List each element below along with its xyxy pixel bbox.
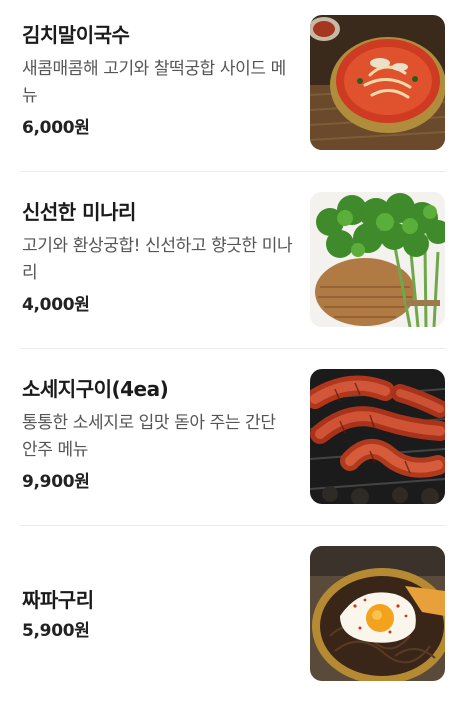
jjapaguri-photo bbox=[310, 546, 445, 681]
menu-item-sausage[interactable]: 소세지구이(4ea) 통통한 소세지로 입맛 돋아 주는 간단 안주 메뉴 9,… bbox=[0, 354, 466, 531]
menu-item-jjapaguri[interactable]: 짜파구리 5,900원 bbox=[0, 531, 466, 708]
menu-item-text: 신선한 미나리 고기와 환상궁합! 신선하고 향긋한 미나리 4,000원 bbox=[22, 199, 294, 317]
menu-item-price: 4,000원 bbox=[22, 295, 90, 315]
menu-item-kimchi-noodle[interactable]: 김치말이국수 새콤매콤해 고기와 찰떡궁합 사이드 메뉴 6,000원 bbox=[0, 0, 466, 177]
grilled-sausage-photo bbox=[310, 369, 445, 504]
menu-item-text: 짜파구리 5,900원 bbox=[22, 587, 294, 643]
menu-item-name: 김치말이국수 bbox=[22, 23, 130, 47]
menu-item-text: 소세지구이(4ea) 통통한 소세지로 입맛 돋아 주는 간단 안주 메뉴 9,… bbox=[22, 376, 294, 494]
menu-item-name: 소세지구이(4ea) bbox=[22, 377, 169, 401]
menu-item-price: 6,000원 bbox=[22, 118, 90, 138]
menu-item-minari[interactable]: 신선한 미나리 고기와 환상궁합! 신선하고 향긋한 미나리 4,000원 bbox=[0, 177, 466, 354]
menu-item-price: 5,900원 bbox=[22, 621, 90, 641]
water-parsley-photo bbox=[310, 192, 445, 327]
menu-item-description: 고기와 환상궁합! 신선하고 향긋한 미나리 bbox=[22, 236, 293, 283]
divider bbox=[20, 171, 446, 172]
menu-item-name: 짜파구리 bbox=[22, 588, 94, 612]
menu-item-text: 김치말이국수 새콤매콤해 고기와 찰떡궁합 사이드 메뉴 6,000원 bbox=[22, 22, 294, 140]
menu-item-name: 신선한 미나리 bbox=[22, 200, 136, 224]
divider bbox=[20, 525, 446, 526]
divider bbox=[20, 348, 446, 349]
menu-list: 김치말이국수 새콤매콤해 고기와 찰떡궁합 사이드 메뉴 6,000원 신선한 … bbox=[0, 0, 466, 694]
kimchi-noodle-soup-photo bbox=[310, 15, 445, 150]
menu-item-description: 통통한 소세지로 입맛 돋아 주는 간단 안주 메뉴 bbox=[22, 413, 276, 460]
menu-item-price: 9,900원 bbox=[22, 472, 90, 492]
menu-item-description: 새콤매콤해 고기와 찰떡궁합 사이드 메뉴 bbox=[22, 59, 286, 106]
